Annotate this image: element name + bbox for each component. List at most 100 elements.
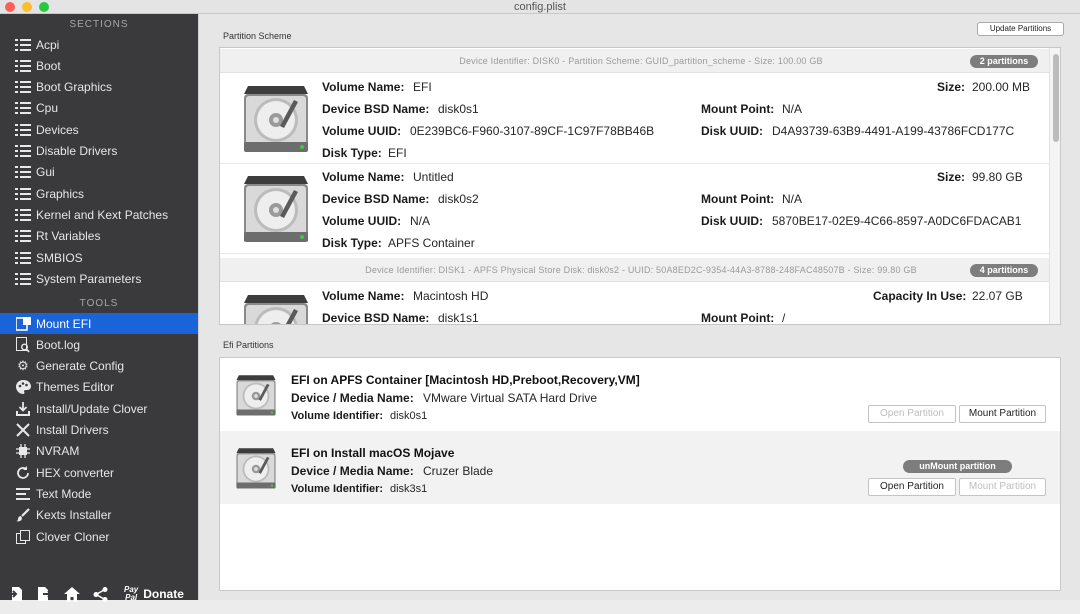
disk1-header-text: Device Identifier: DISK1 - APFS Physical… xyxy=(365,265,917,275)
volume-uuid-label: Volume UUID: xyxy=(322,124,402,138)
sidebar-item-label: Boot xyxy=(36,58,61,73)
hard-drive-icon xyxy=(234,447,278,491)
device-bsd-value: disk0s1 xyxy=(438,102,479,116)
sidebar-item-label: HEX converter xyxy=(36,465,115,480)
donate-label: Donate xyxy=(143,587,184,601)
volume-uuid-label: Volume UUID: xyxy=(322,214,402,228)
mount-point-value: N/A xyxy=(782,192,803,206)
tool-item-install-update-clover[interactable]: Install/Update Clover xyxy=(0,398,198,419)
update-partitions-button[interactable]: Update Partitions xyxy=(977,22,1064,36)
export-button[interactable] xyxy=(34,584,54,604)
efi-partitions-label: Efi Partitions xyxy=(223,340,274,350)
size-label: Size: xyxy=(937,80,966,94)
tools-icon xyxy=(14,423,32,437)
volume-name-value: EFI xyxy=(413,80,432,94)
volume-identifier-label: Volume Identifier: xyxy=(291,483,384,495)
device-media-label: Device / Media Name: xyxy=(291,391,414,405)
import-button[interactable] xyxy=(6,584,26,604)
open-partition-button[interactable]: Open Partition xyxy=(868,405,956,423)
list-icon xyxy=(14,187,32,201)
sidebar: SECTIONS Acpi Boot Boot Graphics Cpu Devices… xyxy=(0,14,198,602)
mount-point-label: Mount Point: xyxy=(701,311,775,325)
brush-icon xyxy=(14,508,32,522)
sidebar-item-label: Kernel and Kext Patches xyxy=(36,207,169,222)
tool-item-themes-editor[interactable]: Themes Editor xyxy=(0,377,198,398)
volume-row-untitled[interactable]: Volume Name: Untitled Device BSD Name: d… xyxy=(220,164,1050,254)
mount-point-label: Mount Point: xyxy=(701,192,775,206)
tool-item-install-drivers[interactable]: Install Drivers xyxy=(0,420,198,441)
volume-identifier-label: Volume Identifier: xyxy=(291,410,384,422)
disk0-header-text: Device Identifier: DISK0 - Partition Sch… xyxy=(459,56,823,66)
partition-scheme-list[interactable]: Device Identifier: DISK0 - Partition Sch… xyxy=(219,47,1061,325)
disk-uuid-value: D4A93739-63B9-4491-A199-43786FCD177C xyxy=(772,124,1015,138)
efi-partition-row[interactable]: EFI on APFS Container [Macintosh HD,Preb… xyxy=(220,358,1060,431)
mount-partition-button[interactable]: Mount Partition xyxy=(959,478,1046,496)
download-icon xyxy=(14,401,32,416)
device-media-label: Device / Media Name: xyxy=(291,464,414,478)
partition-scheme-scrollbar[interactable] xyxy=(1049,48,1060,324)
list-icon xyxy=(14,123,32,137)
sidebar-item-kernel-and-kext-patches[interactable]: Kernel and Kext Patches xyxy=(0,204,198,225)
hard-drive-icon xyxy=(240,174,312,246)
sidebar-item-label: Devices xyxy=(36,122,79,137)
volume-name-label: Volume Name: xyxy=(322,289,405,303)
tool-item-text-mode[interactable]: Text Mode xyxy=(0,483,198,504)
size-label: Size: xyxy=(937,170,966,184)
tool-item-clover-cloner[interactable]: Clover Cloner xyxy=(0,526,198,547)
volume-name-label: Volume Name: xyxy=(322,80,405,94)
status-badge: unMount partition xyxy=(903,460,1012,473)
disk1-partitions-badge: 4 partitions xyxy=(970,264,1038,277)
sidebar-item-smbios[interactable]: SMBIOS xyxy=(0,247,198,268)
list-icon xyxy=(14,251,32,265)
sidebar-item-label: Text Mode xyxy=(36,486,92,501)
mount-partition-button[interactable]: Mount Partition xyxy=(959,405,1046,423)
tool-item-nvram[interactable]: NVRAM xyxy=(0,441,198,462)
log-search-icon xyxy=(14,336,32,353)
sidebar-item-boot-graphics[interactable]: Boot Graphics xyxy=(0,77,198,98)
refresh-icon xyxy=(14,465,32,480)
sidebar-item-label: Rt Variables xyxy=(36,229,101,244)
main-panel: Partition Scheme Update Partitions Devic… xyxy=(198,14,1080,600)
sidebar-item-label: Disable Drivers xyxy=(36,144,118,158)
volume-row-efi[interactable]: Volume Name: EFI Device BSD Name: disk0s… xyxy=(220,74,1050,164)
volume-uuid-value: N/A xyxy=(410,214,431,228)
text-icon xyxy=(14,487,32,501)
tool-item-mount-efi[interactable]: Mount EFI xyxy=(0,313,198,334)
tool-item-boot-log[interactable]: Boot.log xyxy=(0,334,198,355)
volume-uuid-value: 0E239BC6-F960-3107-89CF-1C97F78BB46B xyxy=(410,124,655,138)
hard-drive-icon xyxy=(240,84,312,156)
home-button[interactable] xyxy=(62,584,82,604)
capacity-value: 22.07 GB xyxy=(972,289,1023,303)
list-icon xyxy=(14,80,32,94)
sidebar-item-cpu[interactable]: Cpu xyxy=(0,98,198,119)
volume-row-macintosh-hd[interactable]: Volume Name: Macintosh HD Device BSD Nam… xyxy=(220,283,1050,325)
tool-item-generate-config[interactable]: ⚙ Generate Config xyxy=(0,356,198,377)
disk-uuid-value: 5870BE17-02E9-4C66-8597-A0DC6FDACAB1 xyxy=(772,214,1022,228)
sidebar-item-graphics[interactable]: Graphics xyxy=(0,183,198,204)
scrollbar-thumb[interactable] xyxy=(1053,54,1059,142)
share-button[interactable] xyxy=(90,584,110,604)
sidebar-item-disable-drivers[interactable]: Disable Drivers xyxy=(0,141,198,162)
list-icon xyxy=(14,101,32,115)
open-partition-button[interactable]: Open Partition xyxy=(868,478,956,496)
efi-partition-row[interactable]: EFI on Install macOS Mojave Device / Med… xyxy=(220,431,1060,504)
device-media-value: VMware Virtual SATA Hard Drive xyxy=(423,391,598,405)
tool-item-hex-converter[interactable]: HEX converter xyxy=(0,462,198,483)
efi-title: EFI on APFS Container [Macintosh HD,Preb… xyxy=(291,373,640,387)
sidebar-item-gui[interactable]: Gui xyxy=(0,162,198,183)
sidebar-item-label: SMBIOS xyxy=(36,250,83,265)
hard-drive-icon xyxy=(240,293,312,325)
sidebar-item-rt-variables[interactable]: Rt Variables xyxy=(0,226,198,247)
tool-item-kexts-installer[interactable]: Kexts Installer xyxy=(0,505,198,526)
efi-partitions-list[interactable]: EFI on APFS Container [Macintosh HD,Preb… xyxy=(219,357,1061,591)
list-icon xyxy=(14,208,32,222)
sidebar-item-acpi[interactable]: Acpi xyxy=(0,34,198,55)
sidebar-item-boot[interactable]: Boot xyxy=(0,55,198,76)
window-title: config.plist xyxy=(514,1,566,13)
device-bsd-value: disk1s1 xyxy=(438,311,479,325)
sidebar-item-label: Generate Config xyxy=(36,359,125,374)
sidebar-item-system-parameters[interactable]: System Parameters xyxy=(0,268,198,289)
sidebar-bottom-bar: Pay Pal Donate xyxy=(0,574,198,614)
sidebar-item-label: Kexts Installer xyxy=(36,508,112,523)
sidebar-item-devices[interactable]: Devices xyxy=(0,119,198,140)
